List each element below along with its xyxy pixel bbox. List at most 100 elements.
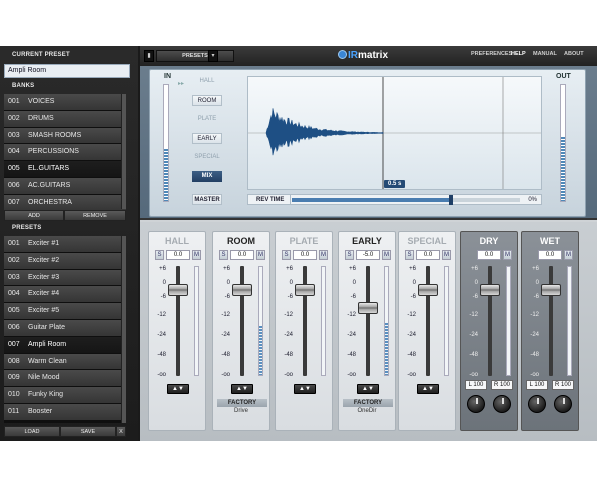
list-item[interactable]: 002 Exciter #2 <box>4 252 126 269</box>
list-item[interactable]: 007 Ampli Room <box>4 336 126 353</box>
fader-track[interactable] <box>176 266 180 376</box>
presets-menu-button[interactable]: PRESETS <box>156 50 234 62</box>
solo-button[interactable]: S <box>345 250 354 260</box>
left-pan-field[interactable]: L 100 <box>465 380 487 390</box>
fader-track[interactable] <box>426 266 430 376</box>
rev-time-handle[interactable] <box>449 195 453 205</box>
channel-mix[interactable]: MIX <box>192 171 222 182</box>
fader-handle[interactable] <box>418 284 438 297</box>
swap-button[interactable]: ▲▼ <box>231 384 253 394</box>
list-item[interactable]: 011 Booster <box>4 403 126 420</box>
list-item[interactable]: 008 Warm Clean <box>4 353 126 370</box>
gain-value-field[interactable]: 0.0 <box>538 250 562 260</box>
list-item[interactable]: 010 Funky King <box>4 387 126 403</box>
swap-button[interactable]: ▲▼ <box>417 384 439 394</box>
fader-track[interactable] <box>366 266 370 376</box>
in-meter-label: IN <box>164 73 171 80</box>
list-item[interactable]: 007 ORCHESTRA <box>4 194 126 211</box>
gain-value-field[interactable]: 0.0 <box>166 250 190 260</box>
fader-handle[interactable] <box>541 284 561 297</box>
fader-track[interactable] <box>240 266 244 376</box>
db-tick: -12 <box>469 312 478 318</box>
right-pan-field[interactable]: R 100 <box>491 380 513 390</box>
banks-scrollbar[interactable] <box>121 94 126 209</box>
current-preset-field[interactable]: Ampli Room <box>4 64 130 78</box>
solo-button[interactable]: S <box>155 250 164 260</box>
gain-value-field[interactable]: 0.0 <box>230 250 254 260</box>
gain-value-field[interactable]: 0.0 <box>293 250 317 260</box>
fader-handle[interactable] <box>295 284 315 297</box>
banks-label: BANKS <box>12 83 35 89</box>
fader-track[interactable] <box>549 266 553 376</box>
right-pan-knob-icon[interactable] <box>554 395 572 413</box>
gain-value-field[interactable]: 0.0 <box>477 250 501 260</box>
solo-button[interactable]: S <box>219 250 228 260</box>
channel-room[interactable]: ROOM <box>192 95 222 106</box>
left-pan-field[interactable]: L 100 <box>526 380 548 390</box>
item-name: Warm Clean <box>28 357 67 365</box>
list-item[interactable]: 006 AC.GUITARS <box>4 177 126 194</box>
mute-button[interactable]: M <box>442 250 451 260</box>
manual-link[interactable]: MANUAL <box>533 51 557 57</box>
mute-button[interactable]: M <box>564 250 573 260</box>
fader-track[interactable] <box>488 266 492 376</box>
swap-button[interactable]: ▲▼ <box>294 384 316 394</box>
gain-value-field[interactable]: -5.0 <box>356 250 380 260</box>
list-item[interactable]: 005 EL.GUITARS <box>4 161 126 177</box>
remove-bank-button[interactable]: REMOVE <box>64 210 126 221</box>
swap-button[interactable]: ▲▼ <box>357 384 379 394</box>
list-item[interactable]: 004 PERCUSSIONS <box>4 144 126 161</box>
fader-handle[interactable] <box>480 284 500 297</box>
channel-special[interactable]: SPECIAL <box>192 152 222 163</box>
fader-handle[interactable] <box>168 284 188 297</box>
fader-track[interactable] <box>303 266 307 376</box>
mute-button[interactable]: M <box>319 250 328 260</box>
about-link[interactable]: ABOUT <box>564 51 584 57</box>
list-item[interactable]: 001 Exciter #1 <box>4 236 126 252</box>
impulse-response-view[interactable] <box>247 76 542 190</box>
load-button[interactable]: LOAD <box>4 426 60 437</box>
mute-button[interactable]: M <box>192 250 201 260</box>
rev-time-track[interactable] <box>292 195 520 205</box>
mute-button[interactable]: M <box>256 250 265 260</box>
item-name: Exciter #2 <box>28 256 60 264</box>
fader-handle[interactable] <box>358 301 378 314</box>
rev-time-slider[interactable]: REV TIME 0% <box>247 194 542 205</box>
master-button[interactable]: MASTER <box>192 194 222 205</box>
gain-value-field[interactable]: 0.0 <box>416 250 440 260</box>
preferences-link[interactable]: PREFERENCES <box>471 51 512 57</box>
list-item[interactable]: 004 Exciter #4 <box>4 286 126 303</box>
list-item[interactable]: 002 DRUMS <box>4 110 126 127</box>
channel-early[interactable]: EARLY <box>192 133 222 144</box>
right-pan-knob-icon[interactable] <box>493 395 511 413</box>
add-bank-button[interactable]: ADD <box>4 210 64 221</box>
item-name: Funky King <box>28 391 64 399</box>
help-link[interactable]: HELP <box>511 51 526 57</box>
right-pan-field[interactable]: R 100 <box>552 380 574 390</box>
presets-scrollbar[interactable] <box>121 236 126 423</box>
fader-handle[interactable] <box>232 284 252 297</box>
swap-button[interactable]: ▲▼ <box>167 384 189 394</box>
list-item[interactable]: 006 Guitar Plate <box>4 319 126 336</box>
list-item[interactable]: 005 Exciter #5 <box>4 303 126 319</box>
factory-bank-label[interactable]: FACTORY <box>343 399 393 407</box>
channel-plate[interactable]: PLATE <box>192 114 222 125</box>
db-tick: -6 <box>533 294 539 300</box>
left-pan-knob-icon[interactable] <box>528 395 546 413</box>
mute-button[interactable]: M <box>503 250 512 260</box>
presets-toggle-icon[interactable]: ▮ <box>144 50 154 62</box>
left-pan-knob-icon[interactable] <box>467 395 485 413</box>
solo-button[interactable]: S <box>405 250 414 260</box>
presets-dropdown-icon[interactable]: ▾ <box>208 50 218 62</box>
channel-hall[interactable]: HALL <box>192 76 222 87</box>
factory-bank-label[interactable]: FACTORY <box>217 399 267 407</box>
solo-button[interactable]: S <box>282 250 291 260</box>
list-item[interactable]: 003 SMASH ROOMS <box>4 127 126 144</box>
mute-button[interactable]: M <box>382 250 391 260</box>
list-item[interactable]: 009 Nile Mood <box>4 370 126 387</box>
save-button[interactable]: SAVE <box>60 426 116 437</box>
close-button[interactable]: X <box>116 426 126 437</box>
list-item[interactable]: 003 Exciter #3 <box>4 269 126 286</box>
main-area: ▮ PRESETS ▾ IRmatrix PREFERENCES HELP MA… <box>140 46 597 441</box>
list-item[interactable]: 001 VOICES <box>4 94 126 110</box>
